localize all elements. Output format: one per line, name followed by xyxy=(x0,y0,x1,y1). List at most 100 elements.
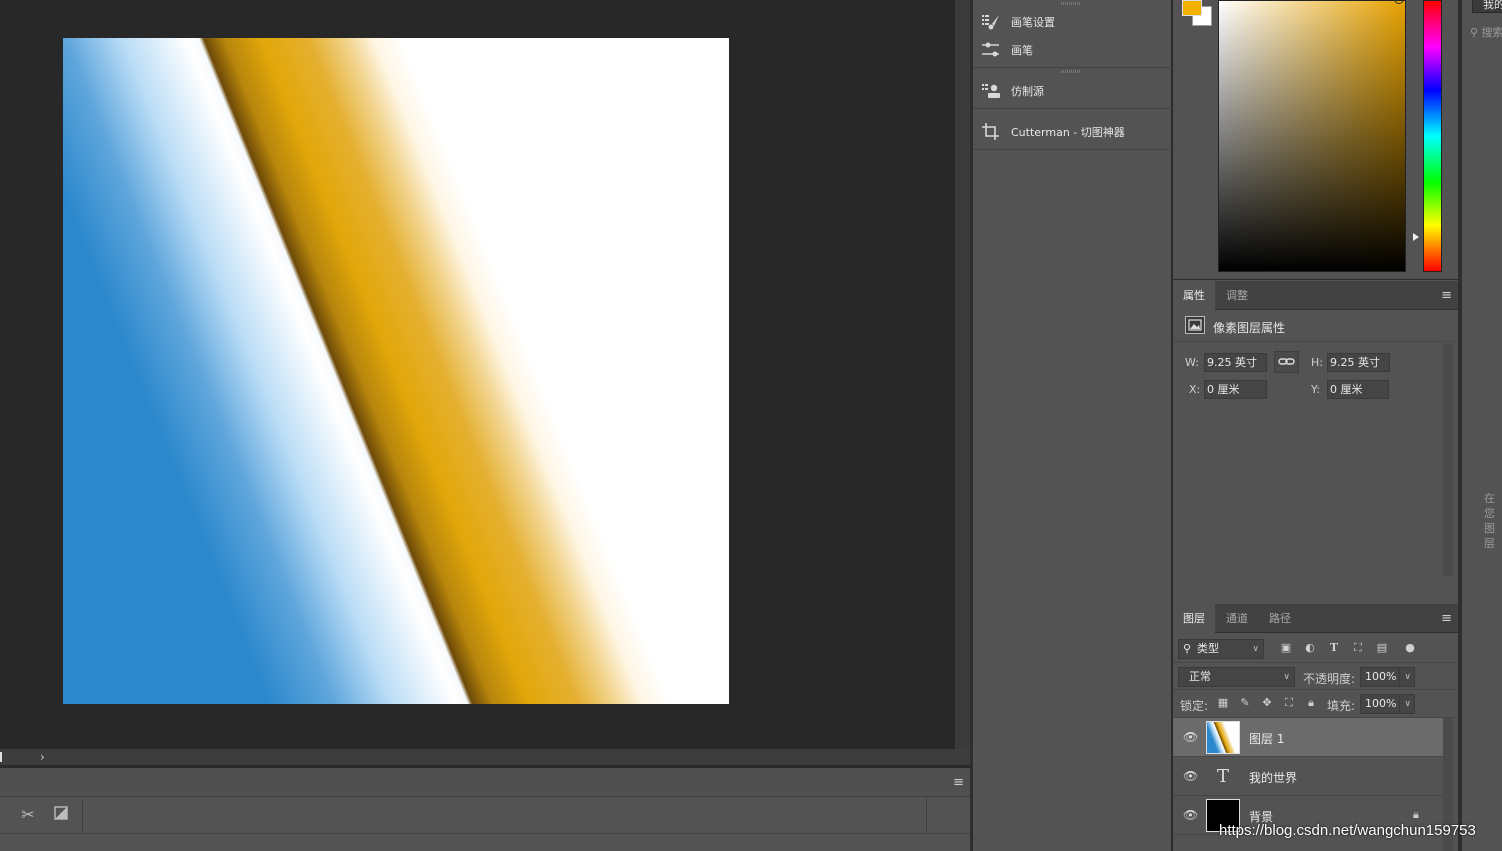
filter-smart-object-icon[interactable]: ▤ xyxy=(1374,640,1390,656)
panel-menu-icon[interactable]: ≡ xyxy=(1441,611,1452,626)
fill-dropdown[interactable]: ∨ xyxy=(1399,694,1415,714)
scissors-icon[interactable]: ✂ xyxy=(19,806,37,824)
transition-icon[interactable] xyxy=(52,806,70,824)
tab-paths[interactable]: 路径 xyxy=(1259,604,1301,633)
y-label: Y: xyxy=(1311,383,1320,396)
dock-item-clone-source[interactable]: 仿制源 xyxy=(981,81,1044,101)
dock-group-clone: 仿制源 xyxy=(973,68,1172,109)
library-search[interactable]: ⚲ 搜索 xyxy=(1470,24,1502,40)
filter-type-icon[interactable]: T xyxy=(1326,640,1342,656)
visibility-eye-icon[interactable]: 👁︎ xyxy=(1183,808,1198,822)
crop-icon xyxy=(982,123,999,140)
panel-menu-icon[interactable]: ≡ xyxy=(1441,288,1452,303)
canvas-area[interactable] xyxy=(0,0,955,749)
chevron-down-icon: ∨ xyxy=(1283,672,1290,682)
properties-header: 像素图层属性 xyxy=(1173,310,1458,342)
y-position-field[interactable]: 0 厘米 xyxy=(1327,380,1389,399)
fill-label: 填充: xyxy=(1327,699,1356,713)
dock-group-cutterman: Cutterman - 切图神器 xyxy=(973,109,1172,150)
height-label: H: xyxy=(1311,356,1323,369)
visibility-eye-icon[interactable]: 👁︎ xyxy=(1183,769,1198,783)
tab-adjustments[interactable]: 调整 xyxy=(1216,281,1258,310)
layer-name: 我的世界 xyxy=(1249,771,1298,785)
tab-channels[interactable]: 通道 xyxy=(1216,604,1258,633)
horizontal-scrollbar[interactable]: › xyxy=(0,749,970,765)
filter-label: 类型 xyxy=(1197,642,1219,655)
visibility-eye-icon[interactable]: 👁︎ xyxy=(1183,730,1198,744)
dock-item-label: 画笔 xyxy=(1011,44,1033,57)
layer-row-text[interactable]: 👁︎ T 我的世界 xyxy=(1173,757,1443,796)
dock-item-label: 画笔设置 xyxy=(1011,16,1055,29)
layer-thumbnail xyxy=(1206,721,1240,754)
watermark-url: https://blog.csdn.net/wangchun159753 xyxy=(1219,822,1476,839)
layer-kind-filter[interactable]: ⚲ 类型 ∨ xyxy=(1178,639,1264,659)
scrollbar-thumb[interactable] xyxy=(0,752,2,762)
search-placeholder: 搜索 xyxy=(1481,26,1502,39)
scroll-right-icon[interactable]: › xyxy=(40,749,45,765)
chevron-down-icon: ∨ xyxy=(1404,672,1411,682)
lock-transparent-icon[interactable]: ▦ xyxy=(1215,695,1231,711)
panel-menu-icon[interactable]: ≡ xyxy=(953,775,964,790)
chevron-down-icon: ∨ xyxy=(1252,644,1259,654)
opacity-dropdown[interactable]: ∨ xyxy=(1399,667,1415,687)
chain-link-icon xyxy=(1278,358,1295,365)
lock-artboard-icon[interactable]: ⛶ xyxy=(1281,695,1297,711)
brush-settings-icon xyxy=(982,15,999,30)
tab-layers[interactable]: 图层 xyxy=(1173,604,1215,633)
properties-tabbar: 属性 调整 ≡ xyxy=(1173,281,1458,310)
right-panel-column: 属性 调整 ≡ 像素图层属性 W: 9.25 英寸 H: 9.25 英寸 X: … xyxy=(1173,0,1458,851)
filter-pixel-icon[interactable]: ▣ xyxy=(1278,640,1294,656)
drag-grip[interactable] xyxy=(1061,2,1081,5)
lock-row: 锁定: ▦ ✎ ✥ ⛶ 🔒︎ 填充: 100% ∨ xyxy=(1173,690,1458,718)
fill-value: 100% xyxy=(1365,697,1397,710)
saturation-brightness-field[interactable] xyxy=(1218,0,1406,272)
blend-mode-select[interactable]: 正常 ∨ xyxy=(1178,667,1295,687)
dock-item-label: Cutterman - 切图神器 xyxy=(1011,126,1125,139)
foreground-color-swatch[interactable] xyxy=(1182,0,1202,16)
blend-mode-value: 正常 xyxy=(1189,670,1211,683)
collapsed-panel-dock: 画笔设置 画笔 仿制源 Cutterman - 切图神器 xyxy=(973,0,1172,851)
lock-label: 锁定: xyxy=(1180,699,1209,713)
lock-all-icon[interactable]: 🔒︎ xyxy=(1303,695,1319,711)
lock-position-icon[interactable]: ✥ xyxy=(1259,695,1275,711)
layer-filter-row: ⚲ 类型 ∨ ▣ ◐ T ⛶ ▤ ● xyxy=(1173,635,1458,663)
document-canvas[interactable] xyxy=(63,38,729,704)
search-icon: ⚲ xyxy=(1470,26,1482,39)
dock-item-brush-settings[interactable]: 画笔设置 xyxy=(981,12,1055,32)
vertical-scrollbar[interactable] xyxy=(955,0,970,749)
link-dimensions-button[interactable] xyxy=(1274,351,1299,373)
dock-item-label: 仿制源 xyxy=(1011,85,1044,98)
clone-source-icon xyxy=(982,84,1000,98)
dock-item-cutterman[interactable]: Cutterman - 切图神器 xyxy=(981,122,1125,142)
x-position-field[interactable]: 0 厘米 xyxy=(1204,380,1267,399)
width-field[interactable]: 9.25 英寸 xyxy=(1204,353,1267,372)
dock-item-brush[interactable]: 画笔 xyxy=(981,40,1033,60)
blend-row: 正常 ∨ 不透明度: 100% ∨ xyxy=(1173,663,1458,690)
text-layer-icon: T xyxy=(1216,766,1229,787)
lock-pixels-icon[interactable]: ✎ xyxy=(1237,695,1253,711)
properties-scrollbar[interactable] xyxy=(1443,343,1453,576)
hue-slider[interactable] xyxy=(1423,0,1442,272)
opacity-label: 不透明度: xyxy=(1303,672,1356,686)
hue-slider-arrow-icon[interactable] xyxy=(1413,233,1419,241)
tab-properties[interactable]: 属性 xyxy=(1173,281,1215,310)
timeline-panel: ≡ ✂ xyxy=(0,767,970,851)
height-field[interactable]: 9.25 英寸 xyxy=(1327,353,1390,372)
brush-icon xyxy=(982,42,999,57)
filter-shape-icon[interactable]: ⛶ xyxy=(1350,640,1366,656)
lock-icon: 🔒︎ xyxy=(1413,808,1419,821)
drag-grip[interactable] xyxy=(1061,70,1081,73)
my-library-button[interactable]: 我的 xyxy=(1472,0,1502,13)
properties-title: 像素图层属性 xyxy=(1213,321,1286,335)
layer-name: 图层 1 xyxy=(1249,732,1285,746)
layer-row-layer-1[interactable]: 👁︎ 图层 1 xyxy=(1173,718,1443,757)
filter-adjustment-icon[interactable]: ◐ xyxy=(1302,640,1318,656)
layers-tabbar: 图层 通道 路径 ≡ xyxy=(1173,604,1458,633)
library-hint-text: 在您图层 xyxy=(1484,492,1495,550)
dock-group-brush: 画笔设置 画笔 xyxy=(973,0,1172,68)
color-picker-panel xyxy=(1173,0,1458,280)
libraries-panel-strip: 我的 ⚲ 搜索 在您图层 xyxy=(1458,0,1502,851)
pixel-layer-icon xyxy=(1185,316,1205,334)
filter-toggle-icon[interactable]: ● xyxy=(1402,640,1418,656)
x-label: X: xyxy=(1189,383,1201,396)
